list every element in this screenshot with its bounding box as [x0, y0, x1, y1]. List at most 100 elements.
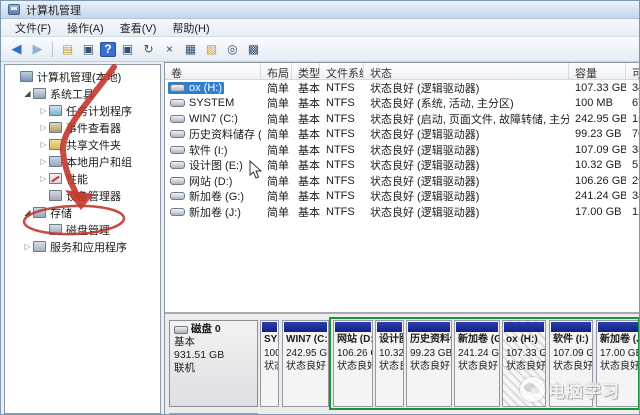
tree-item-device-manager[interactable]: 设备管理器	[5, 187, 160, 204]
back-icon[interactable]: ◀	[7, 41, 26, 58]
task-scheduler-icon	[49, 105, 62, 116]
drive-icon	[170, 84, 185, 92]
menu-view[interactable]: 查看(V)	[112, 19, 165, 37]
column-layout[interactable]: 布局	[261, 63, 292, 79]
folder-icon[interactable]: ▤	[58, 41, 77, 58]
menu-file[interactable]: 文件(F)	[7, 19, 59, 37]
drive-icon	[170, 161, 185, 169]
help-icon[interactable]: ?	[100, 42, 116, 57]
volume-type: 基本	[292, 95, 320, 111]
expand-icon[interactable]: ▷	[38, 106, 49, 115]
volume-layout: 简单	[261, 142, 292, 158]
delete-icon[interactable]: ×	[160, 41, 179, 58]
partition-size: 106.26 GB	[334, 347, 372, 361]
volume-status: 状态良好 (逻辑驱动器)	[364, 204, 569, 220]
forward-icon[interactable]: ▶	[28, 41, 47, 58]
expand-icon[interactable]: ▷	[22, 242, 33, 251]
disk-icon	[174, 326, 188, 334]
console-window-icon-2[interactable]: ▣	[118, 41, 137, 58]
column-status[interactable]: 状态	[364, 63, 569, 79]
watermark-text: 电脑学习	[548, 377, 620, 402]
expand-icon[interactable]: ▷	[38, 123, 49, 132]
volume-name: 新加卷 (G:)	[189, 188, 244, 204]
volume-row[interactable]: 设计图 (E:) 简单 基本 NTFS 状态良好 (逻辑驱动器) 10.32 G…	[165, 158, 640, 174]
volume-fs: NTFS	[320, 206, 364, 218]
refresh-icon[interactable]: ↻	[139, 41, 158, 58]
partition-status: 状态良好	[550, 360, 592, 374]
volume-type: 基本	[292, 126, 320, 142]
partition-wangzhan-d[interactable]: 网站 (D:) 106.26 GB 状态良好	[333, 320, 373, 407]
zoom-icon[interactable]: ◎	[223, 41, 242, 58]
expand-icon[interactable]: ▷	[38, 157, 49, 166]
menu-help[interactable]: 帮助(H)	[164, 19, 217, 37]
volume-row[interactable]: WIN7 (C:) 简单 基本 NTFS 状态良好 (启动, 页面文件, 故障转…	[165, 111, 640, 127]
volume-layout: 简单	[261, 95, 292, 111]
partition-system[interactable]: SYSTEM 100 MB 状态良好	[260, 320, 279, 407]
volume-type: 基本	[292, 80, 320, 96]
properties-icon[interactable]: ▦	[181, 41, 200, 58]
volume-free: 38	[626, 190, 640, 202]
volume-capacity: 107.09 GB	[569, 144, 626, 156]
partition-win7[interactable]: WIN7 (C:) 242.95 GB 状态良好	[282, 320, 329, 407]
window-title: 计算机管理	[26, 2, 81, 18]
menu-action[interactable]: 操作(A)	[59, 19, 112, 37]
disk-size: 931.51 GB	[174, 349, 253, 362]
expand-icon[interactable]: ▷	[38, 174, 49, 183]
disk0-info[interactable]: 磁盘 0 基本 931.51 GB 联机	[169, 320, 258, 407]
volume-type: 基本	[292, 188, 320, 204]
partition-color-bar	[262, 322, 277, 332]
tree-item-event-viewer[interactable]: ▷ 事件查看器	[5, 119, 160, 136]
partition-status: 状态良好	[376, 360, 403, 374]
partition-color-bar	[456, 322, 498, 332]
volume-row[interactable]: 新加卷 (J:) 简单 基本 NTFS 状态良好 (逻辑驱动器) 17.00 G…	[165, 204, 640, 220]
open-folder-icon[interactable]: ▧	[202, 41, 221, 58]
partition-xinjiajuan-g[interactable]: 新加卷 (G:) 241.24 GB 状态良好	[454, 320, 500, 407]
partition-name: 历史资料储存	[407, 333, 451, 347]
volume-fs: NTFS	[320, 82, 364, 94]
volume-status: 状态良好 (启动, 页面文件, 故障转储, 主分区)	[364, 111, 569, 127]
tree-item-computer-management-local[interactable]: 计算机管理(本地)	[5, 68, 160, 85]
volume-row[interactable]: 新加卷 (G:) 简单 基本 NTFS 状态良好 (逻辑驱动器) 241.24 …	[165, 189, 640, 205]
volume-fs: NTFS	[320, 159, 364, 171]
tree-item-storage[interactable]: ◢ 存储	[5, 204, 160, 221]
volume-type: 基本	[292, 111, 320, 127]
tree-item-performance[interactable]: ▷ 性能	[5, 170, 160, 187]
partition-lishi-f[interactable]: 历史资料储存 99.23 GB 状态良好	[406, 320, 452, 407]
tree-item-local-users-groups[interactable]: ▷ 本地用户和组	[5, 153, 160, 170]
partition-name: ox (H:)	[503, 333, 545, 347]
tree-item-shared-folders[interactable]: ▷ 共享文件夹	[5, 136, 160, 153]
title-bar[interactable]: 计算机管理	[1, 1, 640, 19]
collapse-icon[interactable]: ◢	[22, 208, 33, 217]
volume-fs: NTFS	[320, 175, 364, 187]
volume-free: 29	[626, 175, 640, 187]
users-icon	[49, 156, 62, 167]
volume-row[interactable]: SYSTEM 简单 基本 NTFS 状态良好 (系统, 活动, 主分区) 100…	[165, 96, 640, 112]
console-window-icon[interactable]: ▣	[79, 41, 98, 58]
volume-status: 状态良好 (逻辑驱动器)	[364, 157, 569, 173]
tree-item-system-tools[interactable]: ◢ 系统工具	[5, 85, 160, 102]
column-filesystem[interactable]: 文件系统	[320, 63, 364, 79]
column-volume[interactable]: 卷	[165, 63, 261, 79]
event-viewer-icon	[49, 122, 62, 133]
volume-name: 软件 (I:)	[189, 142, 228, 158]
tree-item-services-applications[interactable]: ▷ 服务和应用程序	[5, 238, 160, 255]
volume-capacity: 107.33 GB	[569, 82, 626, 94]
volume-row[interactable]: 软件 (I:) 简单 基本 NTFS 状态良好 (逻辑驱动器) 107.09 G…	[165, 142, 640, 158]
app-icon	[8, 4, 20, 15]
volume-row[interactable]: 历史资料储存 (F:) 简单 基本 NTFS 状态良好 (逻辑驱动器) 99.2…	[165, 127, 640, 143]
expand-icon[interactable]: ▷	[38, 140, 49, 149]
partition-shejitu-e[interactable]: 设计图 (E:) 10.32 GB 状态良好	[375, 320, 404, 407]
column-capacity[interactable]: 容量	[569, 63, 626, 79]
volume-row[interactable]: 网站 (D:) 简单 基本 NTFS 状态良好 (逻辑驱动器) 106.26 G…	[165, 173, 640, 189]
console-tree: 计算机管理(本地) ◢ 系统工具 ▷ 任务计划程序 ▷ 事件查看器 ▷ 共享文件…	[4, 64, 161, 414]
column-type[interactable]: 类型	[292, 63, 320, 79]
tree-item-task-scheduler[interactable]: ▷ 任务计划程序	[5, 102, 160, 119]
tree-item-disk-management[interactable]: 磁盘管理	[5, 221, 160, 238]
volume-status: 状态良好 (逻辑驱动器)	[364, 80, 569, 96]
volume-row[interactable]: ox (H:) 简单 基本 NTFS 状态良好 (逻辑驱动器) 107.33 G…	[165, 80, 640, 96]
device-manager-icon	[49, 190, 62, 201]
new-console-icon[interactable]: ▩	[244, 41, 263, 58]
partition-status: 状态良好	[455, 360, 499, 374]
column-free-space[interactable]: 可	[626, 63, 640, 79]
collapse-icon[interactable]: ◢	[22, 89, 33, 98]
